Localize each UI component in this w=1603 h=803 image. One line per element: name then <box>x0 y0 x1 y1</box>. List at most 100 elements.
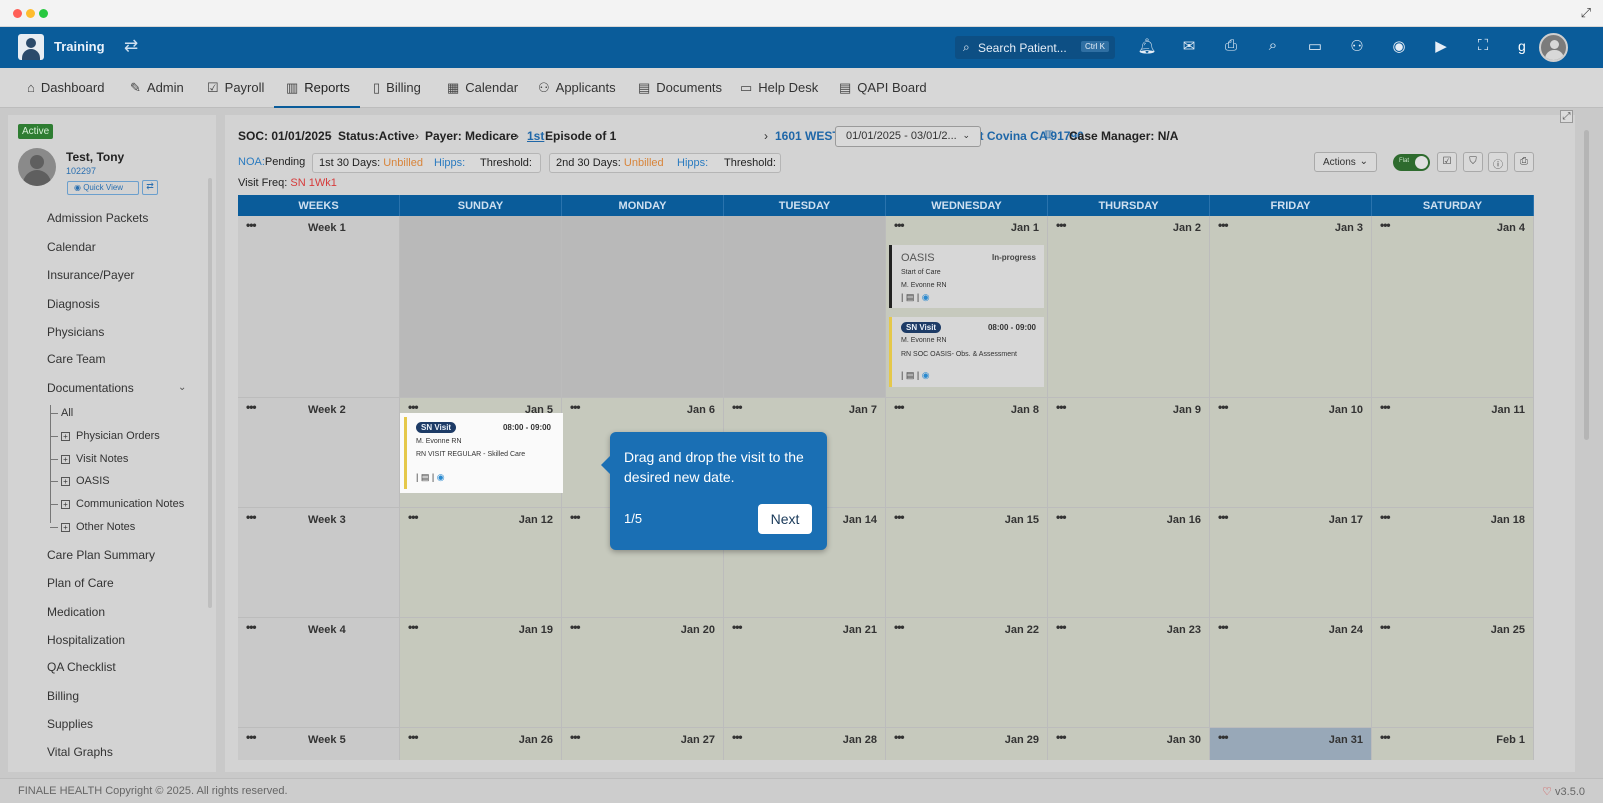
sidebar-item-medication[interactable]: Medication <box>47 605 105 619</box>
more-icon[interactable]: ••• <box>1218 218 1229 232</box>
day-cell[interactable]: ••• Jan 20 <box>562 618 724 728</box>
chat-icon[interactable]: ▭ <box>1305 37 1325 55</box>
more-icon[interactable]: ••• <box>408 400 419 414</box>
day-cell[interactable]: ••• Feb 1 <box>1372 728 1534 760</box>
search-icon[interactable]: ⌕ <box>1263 37 1283 54</box>
sidebar-item-qa-checklist[interactable]: QA Checklist <box>47 660 116 674</box>
eye-icon[interactable]: ◉ <box>437 472 445 482</box>
nav-help-desk[interactable]: ▭ Help Desk <box>740 68 818 108</box>
more-icon[interactable]: ••• <box>408 510 419 524</box>
sidebar-item-billing[interactable]: Billing <box>47 689 79 703</box>
more-icon[interactable]: ••• <box>570 510 581 524</box>
more-icon[interactable]: ••• <box>1056 620 1067 634</box>
day-cell[interactable]: ••• Jan 8 <box>886 398 1048 508</box>
more-icon[interactable]: ••• <box>570 400 581 414</box>
fullscreen-icon[interactable]: ⛶ <box>1473 37 1493 54</box>
day-cell[interactable]: ••• Jan 23 <box>1048 618 1210 728</box>
more-icon[interactable]: ••• <box>894 400 905 414</box>
day-cell[interactable]: ••• Jan 3 <box>1210 216 1372 398</box>
day-cell[interactable]: ••• Jan 29 <box>886 728 1048 760</box>
day-cell[interactable] <box>562 216 724 398</box>
more-icon[interactable]: ••• <box>570 730 581 744</box>
patient-search[interactable]: ⌕ Search Patient... Ctrl K <box>955 36 1115 59</box>
more-icon[interactable]: ••• <box>1380 730 1391 744</box>
window-minimize-button[interactable] <box>26 9 35 18</box>
day-cell[interactable]: ••• Jan 27 <box>562 728 724 760</box>
window-expand-icon[interactable]: ⤢ <box>1581 5 1591 21</box>
checklist-icon[interactable]: ☑ <box>1437 152 1457 172</box>
more-icon[interactable]: ••• <box>894 620 905 634</box>
sidebar-item-admission-packets[interactable]: Admission Packets <box>47 211 148 225</box>
doc-tree-oasis[interactable]: OASIS <box>76 475 110 487</box>
eye-icon[interactable]: ◉ <box>922 370 930 380</box>
more-icon[interactable]: ••• <box>1380 400 1391 414</box>
day-cell[interactable]: ••• Jan 25 <box>1372 618 1534 728</box>
day-cell[interactable]: ••• Jan 28 <box>724 728 886 760</box>
more-icon[interactable]: ••• <box>1218 400 1229 414</box>
sidebar-item-supplies[interactable]: Supplies <box>47 717 93 731</box>
sidebar-item-calendar[interactable]: Calendar <box>47 240 96 254</box>
users-icon[interactable]: ⚇ <box>1347 37 1367 55</box>
nav-reports[interactable]: ▥ Reports <box>274 68 360 108</box>
day-cell[interactable]: ••• Jan 15 <box>886 508 1048 618</box>
switch-org-icon[interactable]: ⇄ <box>124 36 138 56</box>
user-avatar[interactable] <box>1539 33 1568 62</box>
doc-tree-other-notes[interactable]: Other Notes <box>76 521 135 533</box>
more-icon[interactable]: ••• <box>1380 510 1391 524</box>
more-icon[interactable]: ••• <box>246 620 257 634</box>
sidebar-item-hospitalization[interactable]: Hospitalization <box>47 633 125 647</box>
day-cell[interactable]: ••• Jan 31 <box>1210 728 1372 760</box>
visit-card-sn-soc[interactable]: SN Visit 08:00 - 09:00 M. Evonne RN RN SOC … <box>889 317 1044 387</box>
window-maximize-button[interactable] <box>39 9 48 18</box>
more-icon[interactable]: ••• <box>1056 218 1067 232</box>
day-cell[interactable]: ••• Jan 19 <box>400 618 562 728</box>
sidebar-item-documentations[interactable]: Documentations <box>47 381 134 395</box>
nav-payroll[interactable]: ☑ Payroll <box>207 68 264 108</box>
more-icon[interactable]: ••• <box>732 730 743 744</box>
document-icon[interactable]: ▤ <box>906 370 915 380</box>
day-cell[interactable]: ••• Jan 30 <box>1048 728 1210 760</box>
doc-tree-physician-orders[interactable]: Physician Orders <box>76 430 160 442</box>
expand-plus-icon[interactable]: + <box>61 455 70 464</box>
more-icon[interactable]: ••• <box>408 620 419 634</box>
expand-plus-icon[interactable]: + <box>61 477 70 486</box>
day-cell[interactable] <box>724 216 886 398</box>
more-icon[interactable]: ••• <box>1380 620 1391 634</box>
info-icon[interactable]: ⓘ <box>1488 152 1508 172</box>
sidebar-item-diagnosis[interactable]: Diagnosis <box>47 297 100 311</box>
map-icon[interactable]: ▥ <box>1044 129 1053 140</box>
mail-icon[interactable]: ✉ <box>1179 37 1199 55</box>
nav-qapi-board[interactable]: ▤ QAPI Board <box>839 68 927 108</box>
print-icon[interactable]: ⎙ <box>1514 152 1534 172</box>
expand-plus-icon[interactable]: + <box>61 432 70 441</box>
sidebar-scrollbar[interactable] <box>208 178 212 608</box>
day-cell[interactable]: ••• Jan 2 <box>1048 216 1210 398</box>
more-icon[interactable]: ••• <box>246 400 257 414</box>
bell-icon[interactable]: 🔔︎ <box>1137 37 1157 55</box>
sidebar-item-vital-graphs[interactable]: Vital Graphs <box>47 745 113 759</box>
day-cell[interactable]: ••• Jan 11 <box>1372 398 1534 508</box>
more-icon[interactable]: ••• <box>1380 218 1391 232</box>
expand-plus-icon[interactable]: + <box>61 523 70 532</box>
more-icon[interactable]: ••• <box>1056 510 1067 524</box>
nav-dashboard[interactable]: ⌂ Dashboard <box>27 68 104 108</box>
more-icon[interactable]: ••• <box>732 620 743 634</box>
more-icon[interactable]: ••• <box>732 400 743 414</box>
sidebar-item-insurance-payer[interactable]: Insurance/Payer <box>47 268 134 282</box>
visit-card-sn-regular[interactable]: SN Visit 08:00 - 09:00 M. Evonne RN RN VISI… <box>404 417 559 489</box>
expand-plus-icon[interactable]: + <box>61 500 70 509</box>
actions-dropdown[interactable]: Actions ⌄ <box>1314 152 1377 172</box>
more-icon[interactable]: ••• <box>894 218 905 232</box>
camera-icon[interactable]: ◉ <box>1389 37 1409 55</box>
document-icon[interactable]: ▤ <box>906 292 915 302</box>
sidebar-item-care-plan-summary[interactable]: Care Plan Summary <box>47 548 155 562</box>
patient-id[interactable]: 102297 <box>66 166 96 176</box>
more-icon[interactable]: ••• <box>246 730 257 744</box>
more-icon[interactable]: ••• <box>1218 510 1229 524</box>
sidebar-item-plan-of-care[interactable]: Plan of Care <box>47 576 114 590</box>
day-cell[interactable]: ••• Jan 22 <box>886 618 1048 728</box>
main-scrollbar[interactable] <box>1584 130 1589 440</box>
nav-billing[interactable]: ▯ Billing <box>373 68 421 108</box>
switch-patient-icon[interactable]: ⇄ <box>142 180 158 195</box>
sidebar-item-care-team[interactable]: Care Team <box>47 352 105 366</box>
